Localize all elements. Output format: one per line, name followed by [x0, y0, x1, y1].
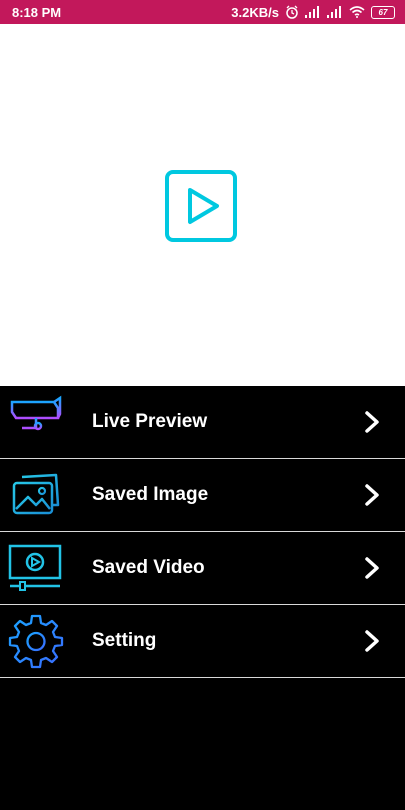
menu-item-setting[interactable]: Setting [0, 605, 405, 678]
menu-item-label: Live Preview [92, 411, 208, 432]
status-bar: 8:18 PM 3.2KB/s 67 [0, 0, 405, 24]
play-icon[interactable] [165, 170, 237, 242]
chevron-right-icon [365, 557, 379, 579]
network-speed: 3.2KB/s [231, 4, 279, 20]
menu-item-label: Setting [92, 630, 157, 651]
main-menu: Live Preview Saved Image Saved Video Set… [0, 386, 405, 810]
chevron-right-icon [365, 630, 379, 652]
preview-area [0, 24, 405, 386]
gallery-icon [12, 473, 60, 515]
wifi-icon [349, 6, 365, 18]
menu-item-saved-image[interactable]: Saved Image [0, 459, 405, 532]
chevron-right-icon [365, 411, 379, 433]
chevron-right-icon [365, 484, 379, 506]
cctv-camera-icon [10, 395, 62, 446]
signal-icon [305, 6, 319, 18]
alarm-icon [286, 5, 298, 19]
battery-icon: 67 [371, 5, 395, 19]
menu-item-saved-video[interactable]: Saved Video [0, 532, 405, 605]
menu-item-label: Saved Image [92, 484, 209, 505]
gear-icon [8, 614, 64, 669]
signal-icon [327, 6, 341, 18]
status-indicators: 3.2KB/s 67 [231, 5, 395, 20]
menu-item-label: Saved Video [92, 557, 205, 578]
menu-item-live-preview[interactable]: Live Preview [0, 386, 405, 459]
video-player-icon [8, 544, 62, 591]
status-time: 8:18 PM [12, 4, 62, 20]
